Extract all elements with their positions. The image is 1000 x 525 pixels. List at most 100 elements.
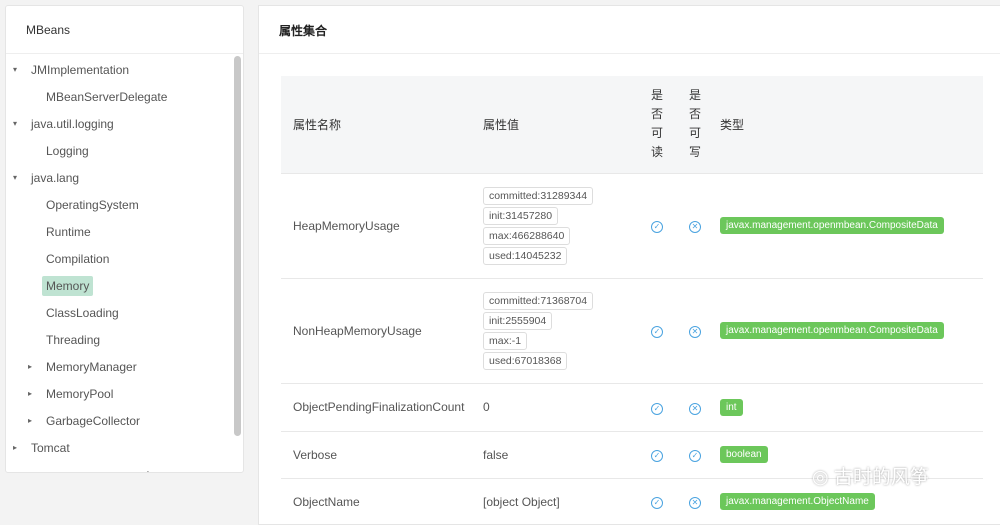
writable-cell: ✕ [676,477,714,525]
header-writable-cell: 是否可写 [676,76,714,173]
tree-node[interactable]: ▾ JMImplementation [6,56,229,83]
writable-cell: ✕ [676,382,714,431]
check-circle-icon: ✓ [651,450,663,462]
x-circle-icon: ✕ [689,402,701,415]
tree-node[interactable]: ▾ java.util.logging [6,110,229,137]
value-chip: init:31457280 [483,206,559,225]
tree-node[interactable]: ▸ Tomcat [6,434,229,461]
check-circle-icon: ✓ [689,450,701,462]
table-row: HeapMemoryUsage committed:31289344 init:31… [281,172,983,278]
type-tag: boolean [720,446,768,463]
tree-node-label: MemoryManager [46,360,137,374]
value-chip: used:67018368 [483,351,568,370]
wechat-icon: ◎ [812,467,834,488]
tree-node-label: java.lang [31,171,80,185]
value-text: [object Object] [483,494,560,509]
type-tag: javax.management.ObjectName [720,493,875,511]
tree-node[interactable]: OperatingSystem [6,191,229,218]
tree-node[interactable]: MBeanServerDelegate [6,83,229,110]
header-readable-cell: 是否可读 [638,76,676,173]
readable-cell: ✓ [638,172,676,278]
caret-down-icon[interactable]: ▾ [13,164,17,191]
attr-value: 0 [483,382,638,431]
attr-value: false [483,430,638,478]
caret-right-icon[interactable]: ▸ [28,380,32,407]
value-text: 0 [483,400,490,414]
mbeans-panel: MBeans ▾ JMImplementation MBeanServerDeleg… [5,5,244,473]
tree-node[interactable]: Compilation [6,245,229,272]
tree-node[interactable]: Runtime [6,218,229,245]
tree-node-label: Runtime [46,225,91,239]
tree-node[interactable]: Logging [6,137,229,164]
value-chip: max:-1 [483,331,528,350]
table-row: NonHeapMemoryUsage committed:71368704 init… [281,277,983,383]
header-value: 属性值 [483,76,638,173]
writable-cell: ✕ [676,277,714,383]
tree-node-label: Threading [46,333,101,347]
tree-node-label: java.util.logging [31,117,114,131]
caret-right-icon[interactable]: ▸ [13,434,17,461]
attr-name: NonHeapMemoryUsage [281,277,483,383]
tree-node-label: ClassLoading [46,306,119,320]
tree-node[interactable]: ClassLoading [6,299,229,326]
type-cell: javax.management.openmbean.CompositeData [714,277,983,383]
tree-node[interactable]: ▸ MemoryPool [6,380,229,407]
header-type: 类型 [714,76,983,173]
watermark: ◎ 古时的风筝 [812,467,929,488]
attr-name: ObjectPendingFinalizationCount [281,382,483,431]
tree-node-label: Compilation [46,252,110,266]
value-chip: committed:71368704 [483,291,594,310]
value-text: false [483,447,509,462]
attributes-table: 属性名称 属性值 是否可读 是否可写 类型 HeapMemoryUsage com… [281,76,983,525]
tree-node[interactable]: Threading [6,326,229,353]
header-name: 属性名称 [281,76,483,173]
tree-node-label: MBeanServerDelegate [46,90,168,104]
tree-node-label: JMImplementation [31,63,130,77]
type-cell: javax.management.openmbean.CompositeData [714,172,983,278]
header-writable: 是否可写 [688,88,701,160]
caret-down-icon[interactable]: ▾ [13,110,17,137]
x-circle-icon: ✕ [689,221,701,233]
type-tag: javax.management.openmbean.CompositeData [720,217,944,234]
attr-name: HeapMemoryUsage [281,172,483,278]
caret-right-icon[interactable]: ▸ [13,461,17,472]
tree-node[interactable]: ▸ MemoryManager [6,353,229,380]
writable-cell: ✕ [676,172,714,278]
check-circle-icon: ✓ [651,221,663,233]
attr-value: committed:31289344 init:31457280 max:46628… [483,172,638,278]
attr-value: [object Object] [483,477,638,525]
attributes-panel: 属性集合 属性名称 属性值 是否可读 是否可写 类型 HeapMemoryUsa… [258,5,1000,525]
check-circle-icon: ✓ [651,402,663,415]
attr-name: Verbose [281,430,483,478]
tree-node[interactable]: ▸ com.sun.management [6,461,229,472]
type-tag: int [720,398,743,416]
attr-value: committed:71368704 init:2555904 max:-1 used… [483,277,638,383]
writable-cell: ✓ [676,430,714,478]
tree-node-label: com.sun.management [27,465,154,472]
readable-cell: ✓ [638,477,676,525]
caret-right-icon[interactable]: ▸ [28,407,32,434]
tree-node[interactable]: ▸ GarbageCollector [6,407,229,434]
type-cell: int [714,382,983,431]
x-circle-icon: ✕ [689,326,701,338]
mbeans-title: MBeans [6,6,243,54]
tree-node-label: MemoryPool [46,387,114,401]
value-chip: max:466288640 [483,226,571,245]
tree-node-label: Logging [46,144,89,158]
value-chip: used:14045232 [483,246,568,265]
attr-name: ObjectName [281,477,483,525]
tree-node[interactable]: Memory [6,272,229,299]
value-chip: init:2555904 [483,311,553,330]
caret-down-icon[interactable]: ▾ [13,56,17,83]
tree-node[interactable]: ▾ java.lang [6,164,229,191]
caret-right-icon[interactable]: ▸ [28,353,32,380]
readable-cell: ✓ [638,382,676,431]
tree-scrollbar[interactable] [234,56,241,436]
tree-node-label: OperatingSystem [46,198,139,212]
check-circle-icon: ✓ [651,326,663,338]
x-circle-icon: ✕ [689,497,701,510]
attributes-title: 属性集合 [259,6,1000,54]
readable-cell: ✓ [638,430,676,478]
readable-cell: ✓ [638,277,676,383]
tree-node-label: GarbageCollector [46,414,141,428]
